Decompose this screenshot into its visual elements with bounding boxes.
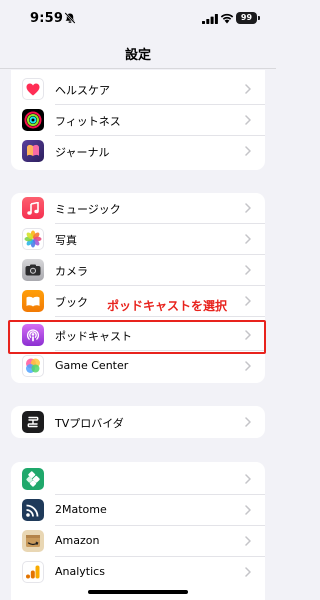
wifi-icon: [220, 13, 234, 24]
chevron-right-icon: [245, 296, 251, 306]
settings-row-health[interactable]: ヘルスケア: [11, 74, 265, 105]
settings-row-journal[interactable]: ジャーナル: [11, 136, 265, 167]
settings-row-label: ミュージック: [55, 203, 121, 216]
settings-row-game-center[interactable]: Game Center: [11, 351, 265, 382]
photos-icon: [22, 228, 44, 250]
tv-provider-icon: [22, 411, 44, 433]
chevron-right-icon: [245, 265, 251, 275]
settings-row-label: カメラ: [55, 265, 88, 278]
settings-row-label: 2Matome: [55, 503, 107, 516]
chevron-right-icon: [245, 567, 251, 577]
annotation-label: ポッドキャストを選択: [107, 299, 228, 313]
chevron-right-icon: [245, 203, 251, 213]
settings-row-label: Analytics: [55, 565, 105, 578]
home-indicator[interactable]: [88, 590, 188, 594]
nav-divider: [0, 68, 276, 69]
settings-group-media: ミュージック 写真 カメラ ブック ポッドキャスト Game Center: [11, 193, 265, 383]
chevron-right-icon: [245, 361, 251, 371]
chevron-right-icon: [245, 115, 251, 125]
highlight-box: [8, 320, 266, 354]
page-title: 設定: [124, 48, 151, 63]
row-separator: [55, 316, 265, 317]
settings-row-photos[interactable]: 写真: [11, 224, 265, 255]
settings-row-label: 写真: [55, 234, 77, 247]
chevron-right-icon: [245, 84, 251, 94]
camera-icon: [22, 259, 44, 281]
settings-group-apps: 2Matome Amazon Analytics: [11, 462, 265, 600]
battery-indicator: 99: [236, 12, 260, 24]
analytics-icon: [22, 561, 44, 583]
chevron-right-icon: [245, 536, 251, 546]
settings-row-label: フィットネス: [55, 115, 121, 128]
journal-icon: [22, 140, 44, 162]
music-icon: [22, 197, 44, 219]
green-app-icon: [22, 468, 44, 490]
cellular-signal-icon: [202, 14, 218, 24]
settings-row-music[interactable]: ミュージック: [11, 193, 265, 224]
chevron-right-icon: [245, 474, 251, 484]
2matome-icon: [22, 499, 44, 521]
health-icon: [22, 78, 44, 100]
settings-row-amazon[interactable]: Amazon: [11, 526, 265, 557]
settings-row-label: ジャーナル: [55, 146, 110, 159]
settings-row-camera[interactable]: カメラ: [11, 255, 265, 286]
chevron-right-icon: [245, 505, 251, 515]
game-center-icon: [22, 355, 44, 377]
status-time: 9:59: [30, 11, 64, 26]
settings-group-health: ヘルスケア フィットネス ジャーナル: [11, 70, 265, 170]
settings-row-analytics[interactable]: Analytics: [11, 557, 265, 588]
settings-row-2matome[interactable]: 2Matome: [11, 495, 265, 526]
settings-group-tv: TVプロバイダ: [11, 406, 265, 438]
settings-row-label: ブック: [55, 296, 88, 309]
bell-slash-icon: [64, 12, 76, 24]
settings-row-green-app[interactable]: [11, 464, 265, 495]
settings-row-tv-provider[interactable]: TVプロバイダ: [11, 407, 265, 438]
settings-row-label: Game Center: [55, 359, 129, 372]
chevron-right-icon: [245, 146, 251, 156]
settings-row-label: Amazon: [55, 534, 100, 547]
chevron-right-icon: [245, 417, 251, 427]
status-bar: 9:59 99: [0, 0, 276, 36]
settings-row-fitness[interactable]: フィットネス: [11, 105, 265, 136]
fitness-icon: [22, 109, 44, 131]
amazon-icon: [22, 530, 44, 552]
chevron-right-icon: [245, 234, 251, 244]
books-icon: [22, 290, 44, 312]
settings-row-label: TVプロバイダ: [55, 417, 124, 430]
settings-row-label: ヘルスケア: [55, 84, 110, 97]
